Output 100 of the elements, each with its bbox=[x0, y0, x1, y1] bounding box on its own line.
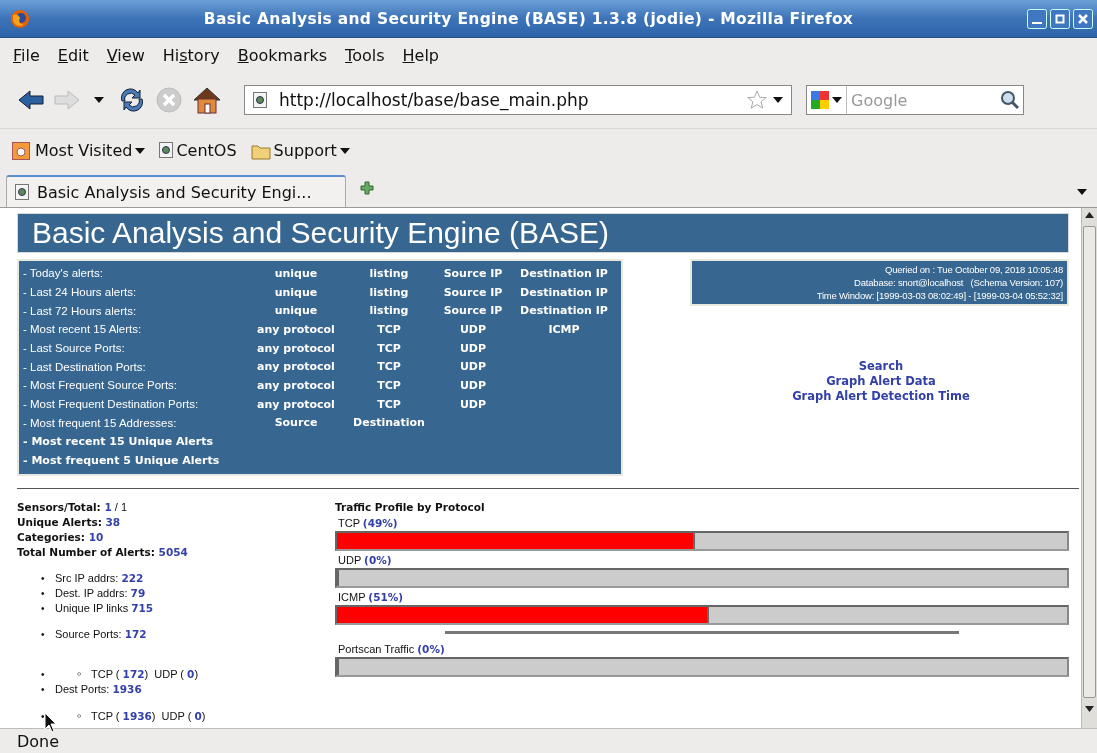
menu-link[interactable]: unique bbox=[274, 266, 318, 280]
minimize-icon[interactable] bbox=[1027, 8, 1047, 29]
stat-link[interactable]: 172 bbox=[122, 667, 145, 680]
menu-link[interactable]: Source IP bbox=[443, 285, 503, 299]
info-text: Database: snort@localhost (Schema Version: 107) bbox=[853, 276, 1063, 289]
search-bar[interactable]: Google bbox=[806, 85, 1024, 115]
menu-link[interactable]: Destination IP bbox=[520, 304, 608, 318]
menu-link[interactable]: listing bbox=[369, 304, 409, 318]
bookmark-item[interactable]: Support bbox=[250, 141, 350, 160]
bullet: ◦ bbox=[77, 708, 83, 724]
menu-link[interactable]: listing bbox=[369, 266, 409, 280]
reload-icon[interactable] bbox=[118, 87, 146, 113]
nav-link[interactable]: Graph Alert Detection Time bbox=[792, 389, 970, 404]
percent-link[interactable]: (0%) bbox=[417, 642, 445, 655]
browser-tab[interactable]: Basic Analysis and Security Engi... bbox=[6, 175, 346, 207]
menu-item[interactable]: View bbox=[97, 41, 154, 69]
menu-link[interactable]: TCP bbox=[377, 360, 401, 374]
bookmark-item[interactable]: CentOS bbox=[159, 141, 237, 160]
menu-link[interactable]: Destination bbox=[353, 416, 425, 430]
menu-link[interactable]: Source IP bbox=[443, 304, 503, 318]
menu-link[interactable]: UDP bbox=[459, 378, 487, 392]
menu-link[interactable]: UDP bbox=[459, 397, 487, 411]
menu-link[interactable]: any protocol bbox=[257, 360, 335, 374]
bar-label: UDP (0%) bbox=[337, 552, 393, 568]
menu-link[interactable]: unique bbox=[274, 304, 318, 318]
stat-link[interactable]: 38 bbox=[105, 515, 121, 528]
scrollbar[interactable] bbox=[1081, 208, 1097, 728]
menu-link[interactable]: TCP bbox=[377, 397, 401, 411]
menu-link[interactable]: UDP bbox=[459, 341, 487, 355]
close-icon[interactable] bbox=[1073, 8, 1093, 29]
menu-link[interactable]: UDP bbox=[459, 360, 487, 374]
menu-label: - Last Source Ports: bbox=[23, 342, 126, 355]
stat-text: Sensors/Total: 1 / 1 bbox=[17, 499, 129, 515]
percent-link[interactable]: (49%) bbox=[362, 516, 398, 529]
menu-link[interactable]: unique bbox=[274, 285, 318, 299]
bullet: • bbox=[41, 586, 46, 601]
stat-link[interactable]: 172 bbox=[124, 627, 147, 640]
maximize-icon[interactable] bbox=[1050, 8, 1070, 29]
menu-link[interactable]: UDP bbox=[459, 322, 487, 336]
menu-link[interactable]: - Most recent 15 Unique Alerts bbox=[23, 435, 213, 449]
stat-link[interactable]: 10 bbox=[88, 530, 104, 543]
bullet: ◦ bbox=[77, 666, 83, 682]
stat-link[interactable]: 222 bbox=[121, 571, 144, 584]
home-icon[interactable] bbox=[192, 86, 222, 114]
bar-label: Portscan Traffic (0%) bbox=[337, 641, 446, 657]
scroll-thumb[interactable] bbox=[1083, 226, 1096, 698]
menu-item[interactable]: Tools bbox=[336, 41, 394, 69]
stat-text: Unique Alerts: 38 bbox=[17, 514, 122, 530]
menu-link[interactable]: any protocol bbox=[257, 341, 335, 355]
percent-link[interactable]: (0%) bbox=[364, 553, 392, 566]
menu-label: - Most Frequent Destination Ports: bbox=[23, 398, 200, 411]
new-tab-icon[interactable] bbox=[360, 181, 374, 195]
nav-link[interactable]: Search bbox=[858, 359, 904, 374]
stat-link[interactable]: 79 bbox=[130, 586, 146, 599]
menu-item[interactable]: Edit bbox=[48, 41, 98, 69]
stat-link[interactable]: 1936 bbox=[122, 709, 152, 722]
menu-link[interactable]: any protocol bbox=[257, 322, 335, 336]
caret-icon[interactable] bbox=[773, 97, 783, 103]
percent-link[interactable]: (51%) bbox=[368, 590, 404, 603]
menu-link[interactable]: any protocol bbox=[257, 378, 335, 392]
menu-link[interactable]: - Most frequent 5 Unique Alerts bbox=[23, 453, 220, 467]
page-icon bbox=[253, 92, 267, 108]
menu-link[interactable]: TCP bbox=[377, 341, 401, 355]
menu-link[interactable]: Source IP bbox=[443, 266, 503, 280]
page-icon bbox=[15, 184, 29, 200]
menu-link[interactable]: any protocol bbox=[257, 397, 335, 411]
menu-link[interactable]: Destination IP bbox=[520, 285, 608, 299]
menu-item[interactable]: History bbox=[153, 41, 229, 69]
menu-link[interactable]: ICMP bbox=[548, 322, 580, 336]
url-field[interactable]: http://localhost/base/base_main.php bbox=[244, 85, 792, 115]
menu-item[interactable]: Help bbox=[393, 41, 448, 69]
stat-link[interactable]: 1936 bbox=[112, 682, 142, 695]
menu-link[interactable]: Destination IP bbox=[520, 266, 608, 280]
info-text: Time Window: [1999-03-03 08:02:49] - [1999-03-04 05:52:32] bbox=[815, 289, 1063, 302]
stat-link[interactable]: 0 bbox=[187, 667, 195, 680]
menu-label: - Last 24 Hours alerts: bbox=[23, 286, 138, 299]
firefox-icon bbox=[10, 8, 30, 29]
stat-link[interactable]: 0 bbox=[194, 709, 202, 722]
stat-text: Dest Ports: 1936 bbox=[55, 681, 142, 697]
menu-link[interactable]: TCP bbox=[377, 322, 401, 336]
bookmark-item[interactable]: Most Visited bbox=[12, 141, 146, 160]
stat-text: Source Ports: 172 bbox=[55, 626, 147, 642]
bullet: • bbox=[41, 571, 46, 586]
back-arrow-icon[interactable] bbox=[18, 89, 44, 111]
menu-link[interactable]: TCP bbox=[377, 378, 401, 392]
stat-link[interactable]: 5054 bbox=[158, 545, 188, 558]
caret-icon[interactable] bbox=[94, 97, 104, 103]
caret-icon[interactable] bbox=[1077, 189, 1087, 195]
bullet: • bbox=[41, 682, 46, 697]
star-icon[interactable] bbox=[747, 90, 767, 110]
stat-link[interactable]: 1 bbox=[104, 500, 112, 513]
search-icon[interactable] bbox=[1000, 90, 1020, 110]
menu-item[interactable]: File bbox=[4, 41, 49, 69]
menu-item[interactable]: Bookmarks bbox=[228, 41, 337, 69]
page-icon bbox=[159, 141, 174, 160]
menu-link[interactable]: Source bbox=[274, 416, 318, 430]
feed-icon bbox=[12, 141, 32, 160]
menu-link[interactable]: listing bbox=[369, 285, 409, 299]
stat-link[interactable]: 715 bbox=[131, 601, 154, 614]
nav-link[interactable]: Graph Alert Data bbox=[826, 374, 936, 389]
